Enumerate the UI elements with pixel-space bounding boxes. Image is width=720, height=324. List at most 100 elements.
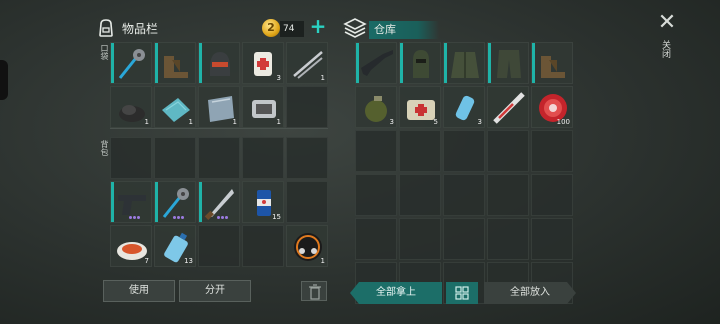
stash-slot-empty[interactable]: [531, 130, 573, 172]
hammer-icon: [118, 49, 145, 79]
pocket-slot-nails[interactable]: 1: [286, 42, 328, 84]
put-all-button[interactable]: 全部放入: [484, 282, 576, 304]
backpack-slot-machete[interactable]: [198, 181, 240, 223]
stash-slot-empty[interactable]: [399, 130, 441, 172]
close-label[interactable]: 关闭: [660, 40, 672, 58]
backpack-label: 背包: [100, 140, 109, 156]
coin-count: 74: [280, 21, 304, 37]
sort-button[interactable]: [446, 282, 478, 304]
trash-icon: [309, 284, 321, 300]
item-quantity: 1: [320, 74, 325, 82]
stash-slot-syringe[interactable]: [487, 86, 529, 128]
pocket-label: 口袋: [100, 44, 109, 60]
backpack-slot-water-bottle[interactable]: 13: [154, 225, 196, 267]
backpack-slot-motorcycle-badge[interactable]: 1: [286, 225, 328, 267]
stash-slot-bottle-cap[interactable]: 100: [531, 86, 573, 128]
backpack-slot-empty[interactable]: [198, 137, 240, 179]
backpack-icon: [99, 19, 113, 37]
use-button[interactable]: 使用: [103, 280, 175, 302]
stash-slot-boots[interactable]: [531, 42, 573, 84]
pocket-grid: 3 1 1 1 1 1: [110, 42, 328, 128]
stash-slot-empty[interactable]: [355, 174, 397, 216]
rarity-dot: [137, 216, 140, 219]
stash-slot-empty[interactable]: [399, 174, 441, 216]
stash-slot-empty[interactable]: [355, 218, 397, 260]
backpack-slot-can[interactable]: 15: [242, 181, 284, 223]
backpack-slot-pistol[interactable]: [110, 181, 152, 223]
backpack-slot-empty[interactable]: [286, 181, 328, 223]
boots-icon: [164, 56, 188, 78]
item-quantity: 3: [276, 74, 281, 82]
backpack-slot-hammer[interactable]: [154, 181, 196, 223]
backpack-slot-empty[interactable]: [242, 137, 284, 179]
syringe-icon: [493, 92, 525, 124]
inventory-header: 物品栏: [96, 14, 158, 42]
item-quantity: 1: [232, 118, 237, 126]
rarity-dots: [129, 216, 140, 219]
rarity-dots: [173, 216, 184, 219]
backpack-slot-empty[interactable]: [242, 225, 284, 267]
item-quantity: 7: [144, 257, 149, 265]
jacket-icon: [451, 52, 479, 78]
rarity-dot: [173, 216, 176, 219]
boots-icon: [541, 56, 565, 78]
discard-button[interactable]: [301, 281, 327, 301]
stash-icon: [343, 18, 367, 38]
backpack-slot-empty[interactable]: [198, 225, 240, 267]
stash-slot-empty[interactable]: [487, 130, 529, 172]
split-button[interactable]: 分开: [179, 280, 251, 302]
pocket-slot-bandage[interactable]: 3: [242, 42, 284, 84]
backpack-slot-food-plate[interactable]: 7: [110, 225, 152, 267]
rarity-dot: [181, 216, 184, 219]
pocket-slot-helmet[interactable]: [198, 42, 240, 84]
stash-slot-empty[interactable]: [443, 174, 485, 216]
helmet-icon: [210, 52, 230, 76]
pocket-slot-engine-part[interactable]: 1: [242, 86, 284, 128]
pants-icon: [497, 50, 521, 78]
item-quantity: 15: [272, 213, 281, 221]
rarity-dot: [221, 216, 224, 219]
side-tab-handle[interactable]: [0, 60, 8, 100]
stash-grid: 3 5 3 100: [355, 42, 573, 304]
backpack-slot-empty[interactable]: [110, 137, 152, 179]
grid-sort-icon: [455, 286, 469, 300]
backpack-slot-empty[interactable]: [286, 137, 328, 179]
take-all-button[interactable]: 全部拿上: [350, 282, 442, 304]
stash-slot-empty[interactable]: [487, 218, 529, 260]
coin-icon: 2: [262, 19, 280, 37]
stash-slot-empty[interactable]: [443, 130, 485, 172]
stash-slot-jacket[interactable]: [443, 42, 485, 84]
stash-slot-pants[interactable]: [487, 42, 529, 84]
item-quantity: 100: [556, 118, 570, 126]
stash-slot-empty[interactable]: [531, 174, 573, 216]
stash-slot-inhaler[interactable]: 3: [443, 86, 485, 128]
pocket-slot-coal[interactable]: 1: [110, 86, 152, 128]
add-coins-button[interactable]: +: [308, 16, 328, 37]
pocket-slot-hammer[interactable]: [110, 42, 152, 84]
stash-slot-grenade[interactable]: 3: [355, 86, 397, 128]
stash-slot-rifle[interactable]: [355, 42, 397, 84]
item-quantity: 1: [144, 118, 149, 126]
stash-slot-medkit[interactable]: 5: [399, 86, 441, 128]
item-quantity: 3: [477, 118, 482, 126]
pocket-slot-empty[interactable]: [286, 86, 328, 128]
stash-slot-balaclava[interactable]: [399, 42, 441, 84]
stash-slot-empty[interactable]: [443, 218, 485, 260]
inventory-title: 物品栏: [122, 21, 159, 36]
pocket-slot-boots[interactable]: [154, 42, 196, 84]
close-icon[interactable]: ✕: [656, 12, 678, 34]
pocket-slot-plate[interactable]: 1: [198, 86, 240, 128]
stash-slot-empty[interactable]: [487, 174, 529, 216]
stash-slot-empty[interactable]: [355, 130, 397, 172]
item-quantity: 5: [433, 118, 438, 126]
section-divider: [110, 128, 328, 129]
pocket-slot-cloth[interactable]: 1: [154, 86, 196, 128]
stash-slot-empty[interactable]: [399, 218, 441, 260]
backpack-slot-empty[interactable]: [154, 137, 196, 179]
stash-slot-empty[interactable]: [531, 218, 573, 260]
item-quantity: 1: [320, 257, 325, 265]
stash-title: 仓库: [369, 21, 439, 39]
item-quantity: 3: [389, 118, 394, 126]
rarity-dot: [177, 216, 180, 219]
rarity-dot: [217, 216, 220, 219]
